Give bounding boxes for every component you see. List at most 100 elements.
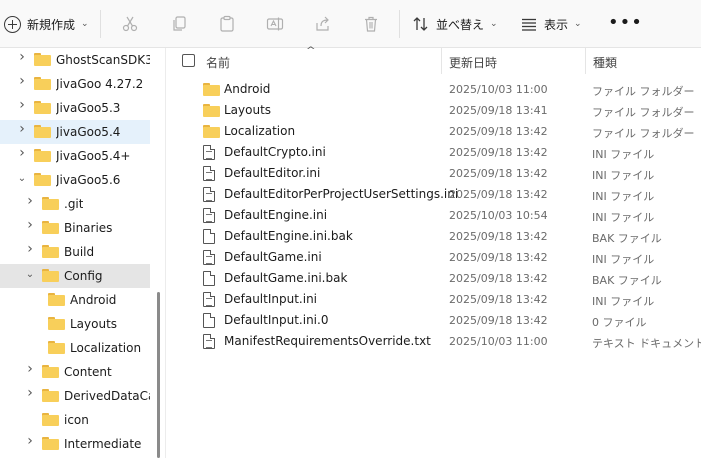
file-date-modified: 2025/09/18 13:42 xyxy=(449,230,548,243)
file-type: 0 ファイル xyxy=(592,316,647,329)
delete-button[interactable] xyxy=(359,12,383,36)
file-row[interactable]: Layouts 2025/09/18 13:41 ファイル フォルダー xyxy=(166,100,701,121)
chevron-right-icon[interactable]: › xyxy=(25,433,35,449)
sidebar-item[interactable]: › JivaGoo5.3 xyxy=(0,96,150,120)
file-row[interactable]: DefaultGame.ini.bak 2025/09/18 13:42 BAK フ… xyxy=(166,268,701,289)
sidebar-item[interactable]: › Intermediate xyxy=(0,432,150,456)
file-date-modified: 2025/09/18 13:42 xyxy=(449,293,548,306)
column-resize-handle[interactable] xyxy=(585,48,586,74)
file-type: INI ファイル xyxy=(592,295,655,308)
sort-button[interactable]: 並べ替え ⌄ xyxy=(412,12,498,36)
chevron-right-icon[interactable]: › xyxy=(25,385,35,401)
chevron-right-icon[interactable]: › xyxy=(17,73,27,89)
cut-button[interactable] xyxy=(118,12,142,36)
navigation-scrollbar[interactable] xyxy=(157,292,160,458)
column-resize-handle[interactable] xyxy=(441,48,442,74)
file-row[interactable]: ManifestRequirementsOverride.txt 2025/10/… xyxy=(166,331,701,352)
ini-file-icon xyxy=(203,145,215,160)
sidebar-item[interactable]: › Content xyxy=(0,360,150,384)
chevron-down-icon[interactable]: ⌄ xyxy=(17,173,27,184)
sidebar-item-label: JivaGoo5.4+ xyxy=(56,149,131,163)
file-row[interactable]: DefaultEngine.ini.bak 2025/09/18 13:42 BAK… xyxy=(166,226,701,247)
chevron-right-icon[interactable]: › xyxy=(17,97,27,113)
sidebar-item[interactable]: › JivaGoo5.4 xyxy=(0,120,150,144)
file-type: INI ファイル xyxy=(592,148,655,161)
chevron-right-icon[interactable]: › xyxy=(25,361,35,377)
column-header-type[interactable]: 種類 xyxy=(593,54,617,71)
column-header-date[interactable]: 更新日時 xyxy=(449,54,497,71)
file-name: DefaultEditorPerProjectUserSettings.ini xyxy=(224,187,459,201)
file-row[interactable]: DefaultInput.ini 2025/09/18 13:42 INI ファイル xyxy=(166,289,701,310)
file-row[interactable]: DefaultCrypto.ini 2025/09/18 13:42 INI ファイ… xyxy=(166,142,701,163)
sidebar-item[interactable]: Layouts xyxy=(0,312,150,336)
sidebar-item[interactable]: Android xyxy=(0,288,150,312)
file-name: Localization xyxy=(224,124,296,138)
sidebar-item[interactable]: › DerivedDataCach xyxy=(0,384,150,408)
file-name: DefaultGame.ini.bak xyxy=(224,271,348,285)
new-button[interactable]: 新規作成 ⌄ xyxy=(4,12,89,36)
toolbar-divider xyxy=(399,10,400,38)
file-row[interactable]: DefaultGame.ini 2025/09/18 13:42 INI ファイル xyxy=(166,247,701,268)
sidebar-item-label: .git xyxy=(64,197,84,211)
file-date-modified: 2025/09/18 13:42 xyxy=(449,146,548,159)
chevron-right-icon[interactable]: › xyxy=(25,241,35,257)
plus-circle-icon xyxy=(4,15,21,33)
more-options-button[interactable]: ••• xyxy=(608,12,642,36)
view-button-label: 表示 xyxy=(544,17,569,32)
sidebar-item[interactable]: › Build xyxy=(0,240,150,264)
file-row[interactable]: DefaultEditorPerProjectUserSettings.ini 2… xyxy=(166,184,701,205)
sidebar-item-label: Build xyxy=(64,245,95,259)
sidebar-item[interactable]: Localization xyxy=(0,336,150,360)
sidebar-item-label: Localization xyxy=(70,341,142,355)
sidebar-item-label: Binaries xyxy=(64,221,113,235)
sidebar-item[interactable]: icon xyxy=(0,408,150,432)
sidebar-item[interactable]: › JivaGoo5.4+ xyxy=(0,144,150,168)
ini-file-icon xyxy=(203,250,215,265)
file-row[interactable]: DefaultEngine.ini 2025/10/03 10:54 INI ファイ… xyxy=(166,205,701,226)
folder-icon xyxy=(48,293,65,306)
toolbar-divider xyxy=(100,10,101,38)
sort-arrows-icon xyxy=(413,17,428,31)
chevron-right-icon[interactable]: › xyxy=(17,145,27,161)
rename-icon xyxy=(266,17,284,31)
file-icon xyxy=(203,271,215,286)
sidebar-item[interactable]: ⌄ Config xyxy=(0,264,150,288)
chevron-down-icon: ⌄ xyxy=(490,19,498,29)
view-button[interactable]: 表示 ⌄ xyxy=(520,12,582,36)
file-row[interactable]: Android 2025/10/03 11:00 ファイル フォルダー xyxy=(166,79,701,100)
chevron-right-icon[interactable]: › xyxy=(17,121,27,137)
file-name: DefaultEditor.ini xyxy=(224,166,321,180)
file-type: テキスト ドキュメント xyxy=(592,337,701,350)
file-type: BAK ファイル xyxy=(592,274,662,287)
file-type: ファイル フォルダー xyxy=(592,106,695,119)
select-all-checkbox[interactable] xyxy=(182,54,195,67)
file-name: DefaultInput.ini.0 xyxy=(224,313,329,327)
paste-button[interactable] xyxy=(215,12,239,36)
text-file-icon xyxy=(203,334,215,349)
column-header-name[interactable]: 名前 xyxy=(206,54,230,71)
file-date-modified: 2025/10/03 11:00 xyxy=(449,83,548,96)
list-view-icon xyxy=(522,18,536,31)
copy-button[interactable] xyxy=(167,12,191,36)
file-name: DefaultEngine.ini.bak xyxy=(224,229,353,243)
file-row[interactable]: DefaultInput.ini.0 2025/09/18 13:42 0 ファイル xyxy=(166,310,701,331)
file-name: ManifestRequirementsOverride.txt xyxy=(224,334,431,348)
chevron-right-icon[interactable]: › xyxy=(25,217,35,233)
file-icon xyxy=(203,313,215,328)
file-row[interactable]: Localization 2025/09/18 13:42 ファイル フォルダー xyxy=(166,121,701,142)
sidebar-item-label: Layouts xyxy=(70,317,118,331)
sidebar-item[interactable]: ⌄ JivaGoo5.6 xyxy=(0,168,150,192)
file-name: Android xyxy=(224,82,271,96)
ini-file-icon xyxy=(203,166,215,181)
sidebar-item[interactable]: › .git xyxy=(0,192,150,216)
file-date-modified: 2025/09/18 13:41 xyxy=(449,104,548,117)
command-bar: 新規作成 ⌄ 並べ替え ⌄ 表示 ⌄ ••• xyxy=(0,0,701,48)
chevron-down-icon[interactable]: ⌄ xyxy=(25,269,35,280)
rename-button[interactable] xyxy=(263,12,287,36)
sidebar-item[interactable]: › Binaries xyxy=(0,216,150,240)
chevron-right-icon[interactable]: › xyxy=(25,193,35,209)
sidebar-item[interactable]: › JivaGoo 4.27.2 xyxy=(0,72,150,96)
share-button[interactable] xyxy=(311,12,335,36)
file-type: BAK ファイル xyxy=(592,232,662,245)
file-row[interactable]: DefaultEditor.ini 2025/09/18 13:42 INI ファイ… xyxy=(166,163,701,184)
